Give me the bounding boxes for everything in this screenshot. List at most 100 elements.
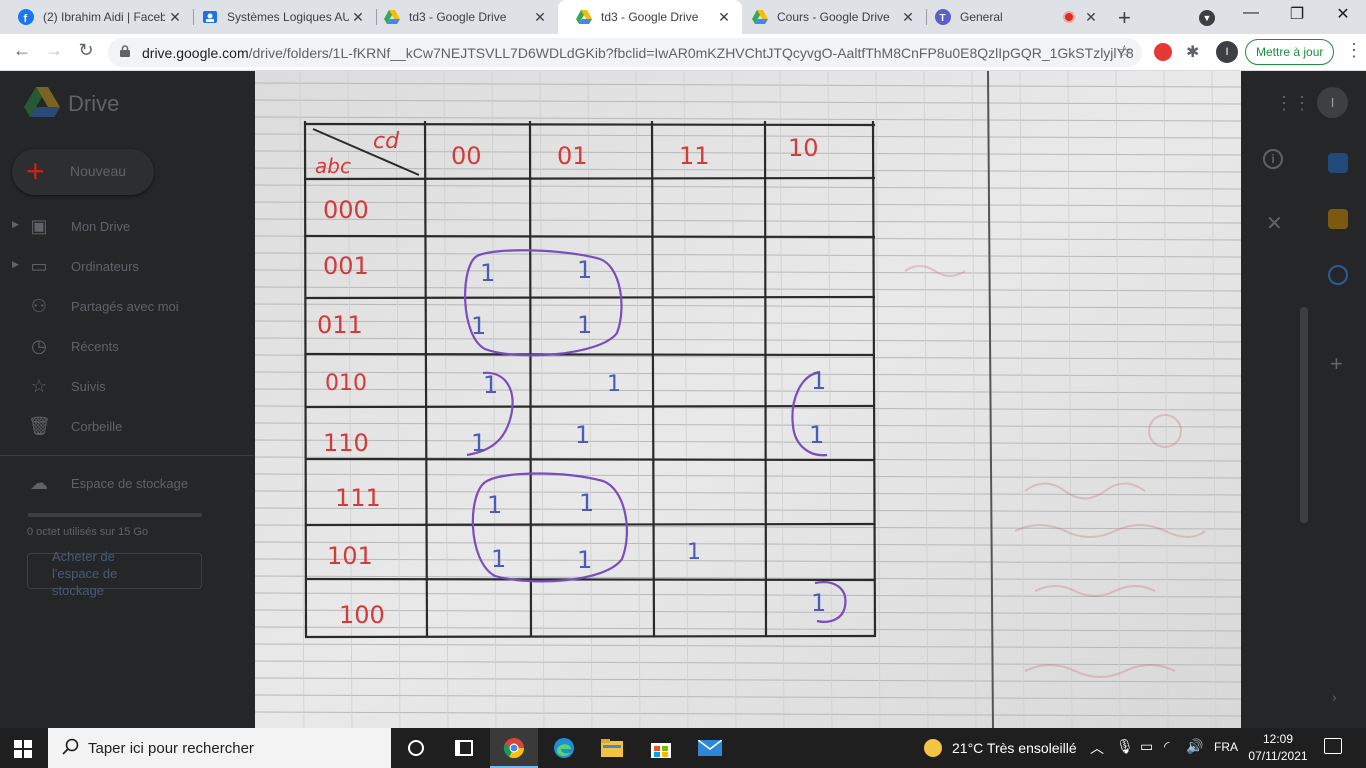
- plus-icon: +: [26, 153, 45, 189]
- sidebar-item-label: Mon Drive: [71, 219, 131, 234]
- minimize-button[interactable]: —: [1236, 4, 1266, 22]
- sidebar-item-label: Corbeille: [71, 419, 123, 434]
- kmap-cell: 1: [471, 429, 486, 457]
- bookmark-star-icon[interactable]: ☆: [1117, 42, 1132, 62]
- scrollbar[interactable]: [1300, 307, 1308, 523]
- sidebar-item-label: Suivis: [71, 379, 106, 394]
- kmap-cell: 1: [577, 256, 592, 284]
- kmap-col-line: [528, 120, 533, 638]
- tab-td3-drive[interactable]: td3 - Google Drive ✕: [366, 0, 558, 34]
- sidebar-item-trash[interactable]: 🗑 Corbeille: [0, 407, 250, 447]
- windows-start-icon[interactable]: [14, 740, 32, 758]
- tab-search-icon[interactable]: ▼: [1199, 10, 1215, 26]
- restore-button[interactable]: ❐: [1282, 4, 1312, 24]
- tab-facebook[interactable]: f (2) Ibrahim Aidi | Faceb ✕: [0, 0, 193, 34]
- chevron-up-icon[interactable]: ︿: [1090, 738, 1104, 758]
- tab-td3-drive-active[interactable]: td3 - Google Drive ✕: [558, 0, 742, 34]
- drive-icon: [576, 10, 592, 24]
- sidebar-item-starred[interactable]: ☆ Suivis: [0, 367, 250, 407]
- close-window-button[interactable]: ✕: [1328, 4, 1358, 24]
- caret-right-icon[interactable]: ▶: [12, 219, 19, 230]
- mail-taskbar-button[interactable]: [686, 728, 734, 768]
- sidebar-item-my-drive[interactable]: ▶ ▣ Mon Drive: [0, 207, 250, 247]
- tab-title: General: [960, 10, 1003, 24]
- adblock-extension-icon[interactable]: [1154, 43, 1172, 61]
- star-icon: ☆: [30, 376, 48, 396]
- tab-teams-general[interactable]: T General ✕: [917, 0, 1109, 34]
- kmap-row-line: [304, 457, 876, 462]
- row-label: 110: [323, 429, 369, 457]
- close-icon[interactable]: ✕: [1266, 211, 1283, 236]
- tab-systemes-logiques[interactable]: Systèmes Logiques AU ✕: [184, 0, 376, 34]
- update-browser-button[interactable]: Mettre à jour: [1245, 39, 1335, 65]
- new-tab-button[interactable]: +: [1118, 5, 1131, 31]
- drive-avatar[interactable]: I: [1317, 87, 1348, 118]
- svg-text:f: f: [24, 13, 28, 25]
- sidebar-item-shared[interactable]: ⚇ Partagés avec moi: [0, 287, 250, 327]
- weather-widget[interactable]: 21°C Très ensoleillé: [924, 739, 1077, 757]
- taskbar-search-box[interactable]: Taper ici pour rechercher: [48, 728, 391, 768]
- sidebar-item-storage[interactable]: ☁ Espace de stockage: [0, 464, 250, 504]
- cortana-button[interactable]: [392, 728, 440, 768]
- sidebar-item-label: Espace de stockage: [71, 476, 189, 491]
- chrome-taskbar-button[interactable]: [490, 728, 538, 768]
- weather-text: 21°C Très ensoleillé: [952, 740, 1077, 756]
- clock-time[interactable]: 12:09: [1248, 732, 1308, 746]
- corner-label-abc: abc: [315, 154, 351, 178]
- extensions-puzzle-icon[interactable]: ✱: [1186, 42, 1199, 62]
- svg-text:T: T: [940, 13, 946, 24]
- tab-title: Systèmes Logiques AU: [227, 10, 349, 24]
- mail-icon: [698, 740, 722, 756]
- reload-button[interactable]: ↻: [74, 40, 98, 61]
- browser-menu-icon[interactable]: ⋮: [1345, 40, 1363, 61]
- microphone-icon[interactable]: 🎙: [1116, 738, 1134, 755]
- sidebar-item-computers[interactable]: ▶ ▭ Ordinateurs: [0, 247, 250, 287]
- address-bar[interactable]: drive.google.com/drive/folders/1L-fKRNf_…: [108, 38, 1142, 67]
- battery-icon[interactable]: ▭: [1140, 738, 1153, 755]
- forward-button[interactable]: →: [42, 40, 66, 61]
- search-placeholder: Taper ici pour rechercher: [88, 740, 254, 757]
- close-tab-icon[interactable]: ✕: [350, 9, 366, 26]
- chrome-icon: [503, 738, 525, 759]
- close-tab-icon[interactable]: ✕: [532, 9, 548, 26]
- kmap-cell: 1: [480, 259, 495, 287]
- close-tab-icon[interactable]: ✕: [900, 9, 916, 26]
- row-label: 000: [323, 196, 369, 224]
- sidebar-item-label: Ordinateurs: [71, 259, 139, 274]
- info-icon[interactable]: i: [1263, 149, 1283, 169]
- wifi-icon[interactable]: ◜: [1164, 738, 1169, 755]
- calendar-icon[interactable]: [1328, 153, 1348, 173]
- caret-right-icon[interactable]: ▶: [12, 259, 19, 270]
- notifications-icon[interactable]: [1324, 738, 1342, 754]
- store-taskbar-button[interactable]: [637, 728, 685, 768]
- new-button[interactable]: + Nouveau: [12, 149, 154, 195]
- tasks-icon[interactable]: [1328, 265, 1348, 285]
- buy-storage-button[interactable]: Acheter de l'espace de stockage: [27, 549, 202, 598]
- sidebar-divider: [0, 455, 254, 456]
- row-label: 010: [325, 371, 367, 396]
- chevron-right-icon[interactable]: ›: [1332, 689, 1337, 705]
- kmap-cell: 1: [579, 489, 594, 517]
- language-indicator[interactable]: FRA: [1214, 740, 1238, 754]
- task-view-button[interactable]: [440, 728, 488, 768]
- speaker-icon[interactable]: 🔊: [1186, 738, 1203, 755]
- search-icon: [62, 738, 79, 755]
- profile-avatar[interactable]: I: [1216, 41, 1238, 63]
- sidebar-item-recent[interactable]: ◷ Récents: [0, 327, 250, 367]
- image-preview: cd abc 00 01 11 10 000 001 011 010 110 1…: [255, 71, 1241, 728]
- kmap-cell: 1: [471, 312, 486, 340]
- back-button[interactable]: ←: [10, 40, 34, 61]
- clock-date[interactable]: 07/11/2021: [1240, 749, 1316, 763]
- close-tab-icon[interactable]: ✕: [167, 9, 183, 26]
- keep-icon[interactable]: [1328, 209, 1348, 229]
- windows-taskbar: Taper ici pour rechercher 21°C Très enso…: [0, 728, 1366, 768]
- edge-taskbar-button[interactable]: [540, 728, 588, 768]
- col-header: 10: [788, 134, 819, 162]
- kmap-row-line: [304, 122, 876, 127]
- close-tab-icon[interactable]: ✕: [1083, 9, 1099, 26]
- tab-cours-drive[interactable]: Cours - Google Drive ✕: [734, 0, 926, 34]
- file-explorer-button[interactable]: [588, 728, 636, 768]
- kmap-col-line: [303, 120, 308, 638]
- close-tab-icon[interactable]: ✕: [716, 9, 732, 26]
- add-addon-icon[interactable]: +: [1330, 351, 1343, 377]
